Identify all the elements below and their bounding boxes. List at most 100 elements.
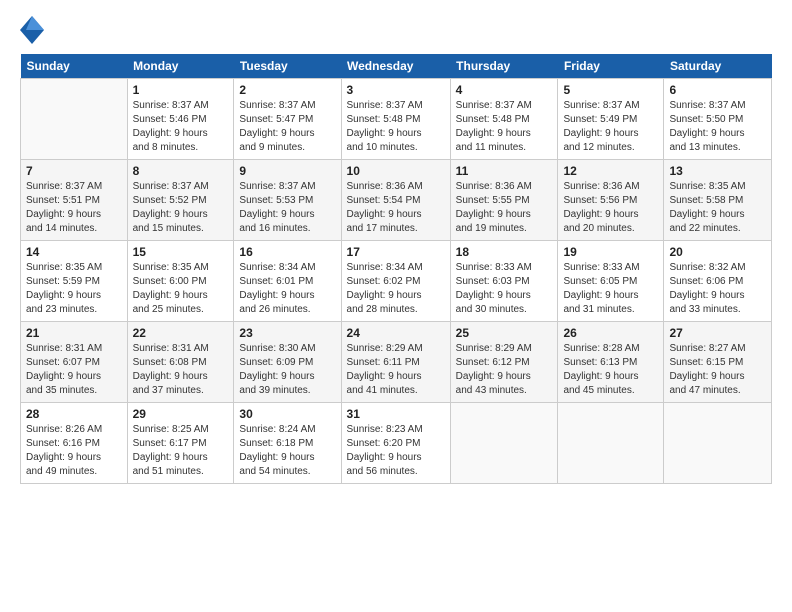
calendar-week-row: 28 Sunrise: 8:26 AM Sunset: 6:16 PM Dayli… [21, 403, 772, 484]
calendar-cell: 8 Sunrise: 8:37 AM Sunset: 5:52 PM Daylig… [127, 160, 234, 241]
day-number: 14 [26, 245, 122, 259]
calendar-day-header: Thursday [450, 54, 558, 79]
day-info: Sunrise: 8:36 AM Sunset: 5:56 PM Dayligh… [563, 180, 658, 236]
calendar-cell: 20 Sunrise: 8:32 AM Sunset: 6:06 PM Dayli… [664, 241, 772, 322]
day-number: 7 [26, 164, 122, 178]
calendar-cell: 22 Sunrise: 8:31 AM Sunset: 6:08 PM Dayli… [127, 322, 234, 403]
calendar-cell: 12 Sunrise: 8:36 AM Sunset: 5:56 PM Dayli… [558, 160, 664, 241]
calendar-table: SundayMondayTuesdayWednesdayThursdayFrid… [20, 54, 772, 484]
day-number: 8 [133, 164, 229, 178]
calendar-cell: 23 Sunrise: 8:30 AM Sunset: 6:09 PM Dayli… [234, 322, 341, 403]
day-info: Sunrise: 8:33 AM Sunset: 6:03 PM Dayligh… [456, 261, 553, 317]
calendar-week-row: 14 Sunrise: 8:35 AM Sunset: 5:59 PM Dayli… [21, 241, 772, 322]
calendar-cell: 27 Sunrise: 8:27 AM Sunset: 6:15 PM Dayli… [664, 322, 772, 403]
day-info: Sunrise: 8:36 AM Sunset: 5:54 PM Dayligh… [347, 180, 445, 236]
calendar-cell: 26Sunrise: 8:28 AM Sunset: 6:13 PM Dayli… [558, 322, 664, 403]
day-number: 19 [563, 245, 658, 259]
logo-icon [20, 16, 44, 44]
calendar-cell: 11 Sunrise: 8:36 AM Sunset: 5:55 PM Dayli… [450, 160, 558, 241]
day-number: 18 [456, 245, 553, 259]
calendar-day-header: Friday [558, 54, 664, 79]
day-info: Sunrise: 8:27 AM Sunset: 6:15 PM Dayligh… [669, 342, 766, 398]
day-number: 23 [239, 326, 335, 340]
day-number: 2 [239, 83, 335, 97]
calendar-cell: 4 Sunrise: 8:37 AM Sunset: 5:48 PM Daylig… [450, 79, 558, 160]
day-info: Sunrise: 8:37 AM Sunset: 5:47 PM Dayligh… [239, 99, 335, 155]
calendar-cell: 15Sunrise: 8:35 AM Sunset: 6:00 PM Dayli… [127, 241, 234, 322]
day-info: Sunrise: 8:37 AM Sunset: 5:49 PM Dayligh… [563, 99, 658, 155]
day-number: 21 [26, 326, 122, 340]
day-info: Sunrise: 8:28 AM Sunset: 6:13 PM Dayligh… [563, 342, 658, 398]
day-info: Sunrise: 8:31 AM Sunset: 6:07 PM Dayligh… [26, 342, 122, 398]
day-number: 28 [26, 407, 122, 421]
logo [20, 16, 48, 44]
calendar-cell [558, 403, 664, 484]
day-info: Sunrise: 8:37 AM Sunset: 5:53 PM Dayligh… [239, 180, 335, 236]
day-info: Sunrise: 8:32 AM Sunset: 6:06 PM Dayligh… [669, 261, 766, 317]
day-number: 12 [563, 164, 658, 178]
calendar-day-header: Monday [127, 54, 234, 79]
calendar-cell: 9 Sunrise: 8:37 AM Sunset: 5:53 PM Daylig… [234, 160, 341, 241]
day-number: 1 [133, 83, 229, 97]
day-number: 17 [347, 245, 445, 259]
calendar-week-row: 7 Sunrise: 8:37 AM Sunset: 5:51 PM Daylig… [21, 160, 772, 241]
day-number: 10 [347, 164, 445, 178]
calendar-cell: 14 Sunrise: 8:35 AM Sunset: 5:59 PM Dayli… [21, 241, 128, 322]
calendar-cell: 2 Sunrise: 8:37 AM Sunset: 5:47 PM Daylig… [234, 79, 341, 160]
day-info: Sunrise: 8:23 AM Sunset: 6:20 PM Dayligh… [347, 423, 445, 479]
calendar-cell: 1Sunrise: 8:37 AM Sunset: 5:46 PM Daylig… [127, 79, 234, 160]
calendar-cell: 10 Sunrise: 8:36 AM Sunset: 5:54 PM Dayli… [341, 160, 450, 241]
day-number: 3 [347, 83, 445, 97]
day-info: Sunrise: 8:34 AM Sunset: 6:01 PM Dayligh… [239, 261, 335, 317]
day-number: 9 [239, 164, 335, 178]
day-number: 22 [133, 326, 229, 340]
calendar-cell [664, 403, 772, 484]
day-info: Sunrise: 8:35 AM Sunset: 6:00 PM Dayligh… [133, 261, 229, 317]
calendar-day-header: Saturday [664, 54, 772, 79]
day-number: 11 [456, 164, 553, 178]
day-info: Sunrise: 8:25 AM Sunset: 6:17 PM Dayligh… [133, 423, 229, 479]
calendar-day-header: Sunday [21, 54, 128, 79]
calendar-header-row: SundayMondayTuesdayWednesdayThursdayFrid… [21, 54, 772, 79]
day-info: Sunrise: 8:29 AM Sunset: 6:12 PM Dayligh… [456, 342, 553, 398]
day-info: Sunrise: 8:36 AM Sunset: 5:55 PM Dayligh… [456, 180, 553, 236]
day-number: 13 [669, 164, 766, 178]
header [20, 16, 772, 44]
calendar-cell [450, 403, 558, 484]
day-number: 4 [456, 83, 553, 97]
page: SundayMondayTuesdayWednesdayThursdayFrid… [0, 0, 792, 612]
day-number: 27 [669, 326, 766, 340]
calendar-week-row: 1Sunrise: 8:37 AM Sunset: 5:46 PM Daylig… [21, 79, 772, 160]
calendar-cell: 7 Sunrise: 8:37 AM Sunset: 5:51 PM Daylig… [21, 160, 128, 241]
calendar-cell: 6 Sunrise: 8:37 AM Sunset: 5:50 PM Daylig… [664, 79, 772, 160]
day-info: Sunrise: 8:37 AM Sunset: 5:52 PM Dayligh… [133, 180, 229, 236]
calendar-cell: 29 Sunrise: 8:25 AM Sunset: 6:17 PM Dayli… [127, 403, 234, 484]
calendar-cell: 21 Sunrise: 8:31 AM Sunset: 6:07 PM Dayli… [21, 322, 128, 403]
day-number: 16 [239, 245, 335, 259]
day-number: 24 [347, 326, 445, 340]
day-number: 30 [239, 407, 335, 421]
day-info: Sunrise: 8:34 AM Sunset: 6:02 PM Dayligh… [347, 261, 445, 317]
day-info: Sunrise: 8:29 AM Sunset: 6:11 PM Dayligh… [347, 342, 445, 398]
day-info: Sunrise: 8:31 AM Sunset: 6:08 PM Dayligh… [133, 342, 229, 398]
day-number: 6 [669, 83, 766, 97]
day-info: Sunrise: 8:30 AM Sunset: 6:09 PM Dayligh… [239, 342, 335, 398]
day-info: Sunrise: 8:35 AM Sunset: 5:59 PM Dayligh… [26, 261, 122, 317]
calendar-cell: 25Sunrise: 8:29 AM Sunset: 6:12 PM Dayli… [450, 322, 558, 403]
calendar-cell: 28 Sunrise: 8:26 AM Sunset: 6:16 PM Dayli… [21, 403, 128, 484]
day-info: Sunrise: 8:26 AM Sunset: 6:16 PM Dayligh… [26, 423, 122, 479]
calendar-cell: 24 Sunrise: 8:29 AM Sunset: 6:11 PM Dayli… [341, 322, 450, 403]
calendar-cell: 19Sunrise: 8:33 AM Sunset: 6:05 PM Dayli… [558, 241, 664, 322]
day-info: Sunrise: 8:37 AM Sunset: 5:51 PM Dayligh… [26, 180, 122, 236]
day-info: Sunrise: 8:37 AM Sunset: 5:48 PM Dayligh… [347, 99, 445, 155]
calendar-week-row: 21 Sunrise: 8:31 AM Sunset: 6:07 PM Dayli… [21, 322, 772, 403]
calendar-cell: 18 Sunrise: 8:33 AM Sunset: 6:03 PM Dayli… [450, 241, 558, 322]
calendar-cell [21, 79, 128, 160]
day-number: 20 [669, 245, 766, 259]
day-number: 29 [133, 407, 229, 421]
day-info: Sunrise: 8:24 AM Sunset: 6:18 PM Dayligh… [239, 423, 335, 479]
day-info: Sunrise: 8:37 AM Sunset: 5:48 PM Dayligh… [456, 99, 553, 155]
calendar-cell: 5Sunrise: 8:37 AM Sunset: 5:49 PM Daylig… [558, 79, 664, 160]
day-info: Sunrise: 8:37 AM Sunset: 5:50 PM Dayligh… [669, 99, 766, 155]
calendar-cell: 17 Sunrise: 8:34 AM Sunset: 6:02 PM Dayli… [341, 241, 450, 322]
